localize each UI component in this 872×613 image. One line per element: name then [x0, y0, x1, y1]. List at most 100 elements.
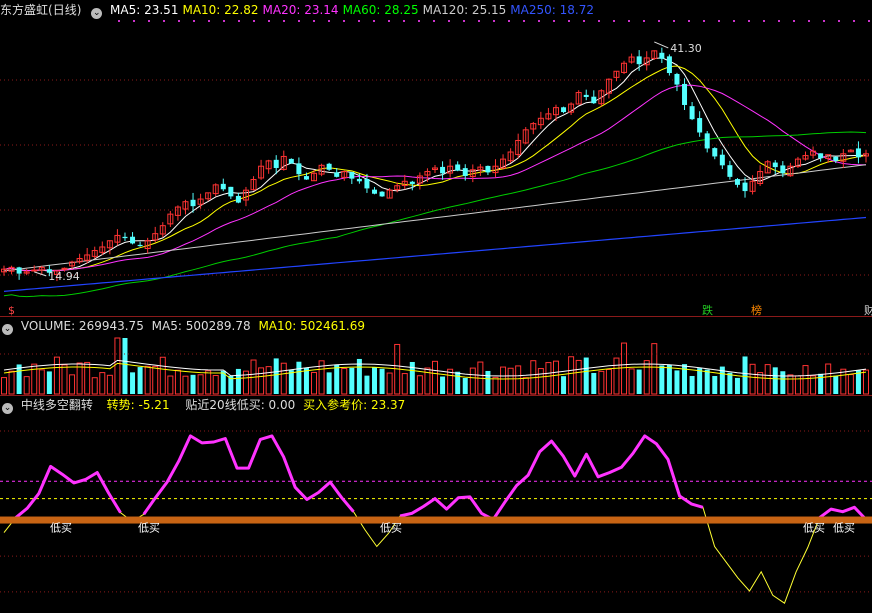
volume-bar: [500, 366, 507, 395]
signal-dot: [748, 20, 750, 22]
volume-bar: [265, 366, 272, 395]
volume-bar: [16, 364, 22, 394]
candle-body: [273, 159, 279, 168]
volume-bar: [704, 369, 710, 394]
candle-body: [727, 165, 733, 177]
volume-bar: [613, 357, 620, 395]
candle-body: [409, 181, 415, 184]
indicator-strong-line: [14, 464, 122, 519]
volume-bar: [727, 372, 733, 394]
signal-dot: [373, 20, 375, 22]
signal-dot: [448, 20, 450, 22]
volume-bar: [8, 370, 15, 395]
volume-bar: [561, 376, 567, 394]
candle-body: [719, 154, 725, 166]
signal-dot: [148, 20, 150, 22]
volume-bar: [144, 365, 151, 395]
event-marker: 跌: [702, 303, 713, 317]
signal-dot: [598, 20, 600, 22]
signal-dot: [463, 20, 465, 22]
volume-bar: [1, 377, 7, 395]
volume-bar: [659, 365, 665, 394]
volume-bar: [643, 360, 650, 395]
signal-dot: [793, 20, 795, 22]
indicator-strong-line: [142, 434, 355, 516]
signal-dot: [838, 20, 840, 22]
volume-bar: [409, 361, 415, 394]
candle-body: [303, 176, 309, 180]
signal-dot: [508, 20, 510, 22]
candle-body: [591, 96, 597, 104]
candle-body: [636, 56, 642, 65]
signal-dot: [418, 20, 420, 22]
volume-bar: [537, 368, 544, 395]
candle-body: [780, 165, 786, 174]
volume-bar: [106, 374, 113, 395]
candle-body: [485, 165, 491, 173]
volume-bar: [712, 376, 718, 394]
candle-body: [31, 269, 38, 272]
volume-bar: [364, 375, 370, 394]
volume-bar: [273, 358, 279, 394]
volume-bar: [212, 375, 219, 395]
volume-bar: [568, 356, 575, 395]
signal-dot: [823, 20, 825, 22]
signal-dot: [733, 20, 735, 22]
volume-bar: [137, 367, 143, 394]
volume-bar: [666, 365, 672, 394]
candle-body: [583, 94, 589, 97]
signal-dot: [703, 20, 705, 22]
volume-bar: [605, 369, 612, 395]
signal-dot: [343, 20, 345, 22]
volume-bar: [372, 367, 378, 394]
candle-body: [220, 183, 226, 190]
candle-body: [855, 148, 861, 158]
volume-bar: [182, 375, 189, 395]
volume-bar: [296, 361, 302, 394]
candle-body: [689, 106, 695, 120]
event-marker: 财: [864, 303, 872, 317]
signal-dot: [718, 20, 720, 22]
candle-body: [356, 178, 362, 182]
volume-bar: [802, 365, 809, 395]
volume-bar: [847, 374, 854, 395]
volume-bar: [190, 374, 196, 394]
volume-bar: [416, 375, 423, 395]
volume-bar: [379, 368, 385, 394]
low-buy-label: 低买: [50, 522, 72, 535]
signal-dot: [163, 20, 165, 22]
candle-body: [742, 182, 748, 192]
volume-bar: [764, 364, 771, 395]
volume-bar: [341, 368, 348, 395]
signal-dot: [583, 20, 585, 22]
low-buy-label: 低买: [380, 522, 402, 535]
signal-dot: [313, 20, 315, 22]
chart-canvas[interactable]: 41.3014.94$ 跌榜财低买 低买 低买 低买 低买: [0, 0, 872, 613]
signal-dot: [403, 20, 405, 22]
volume-bar: [742, 356, 748, 394]
candle-body: [235, 195, 241, 203]
volume-bar: [152, 365, 159, 395]
volume-bar: [780, 371, 786, 394]
signal-dot: [478, 20, 480, 22]
volume-bar: [401, 373, 408, 395]
volume-bar: [621, 342, 628, 395]
candle-body: [296, 163, 302, 175]
signal-dot: [568, 20, 570, 22]
signal-dot: [868, 20, 870, 22]
signal-dot: [178, 20, 180, 22]
volume-bar: [840, 368, 847, 395]
signal-dot: [688, 20, 690, 22]
signal-dot: [283, 20, 285, 22]
volume-bar: [280, 362, 287, 395]
signal-dot: [328, 20, 330, 22]
volume-bar: [507, 367, 514, 395]
volume-bar: [772, 367, 778, 394]
volume-bar: [386, 372, 393, 395]
volume-bar: [591, 372, 597, 394]
volume-bar: [91, 377, 98, 395]
volume-bar: [522, 377, 529, 395]
signal-dot: [493, 20, 495, 22]
volume-bar: [114, 337, 121, 395]
signal-dot: [763, 20, 765, 22]
